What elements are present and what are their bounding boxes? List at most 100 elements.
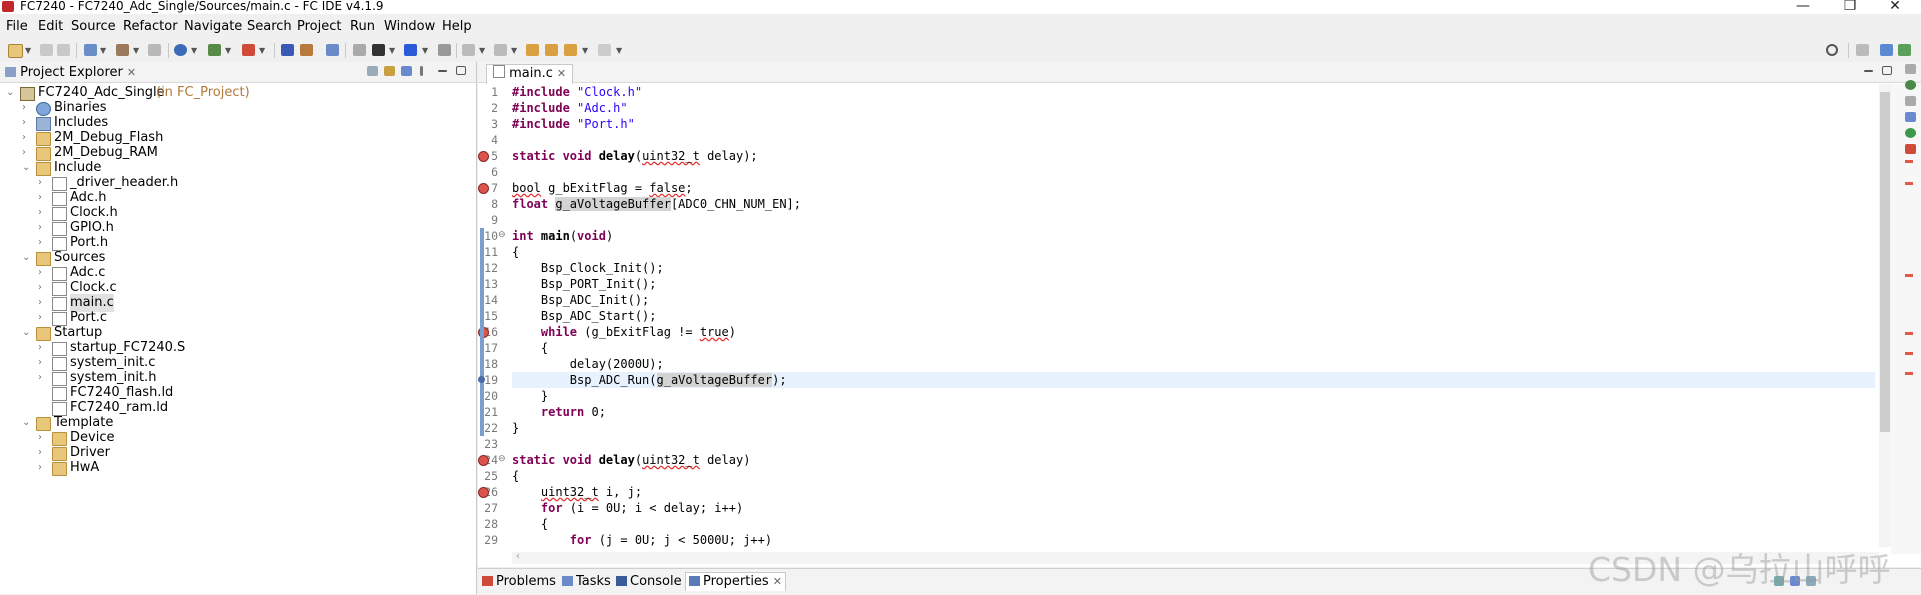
link-icon[interactable] — [326, 44, 339, 56]
chevron-down-icon[interactable]: ⌄ — [22, 324, 30, 342]
code-line[interactable]: Bsp_ADC_Start(); — [512, 308, 1875, 324]
error-marker-icon[interactable] — [478, 455, 489, 466]
code-line[interactable]: #include "Port.h" — [512, 116, 1875, 132]
minimize-button[interactable]: — — [1788, 0, 1818, 14]
tab-main-c[interactable]: main.c ✕ — [486, 64, 574, 84]
code-line[interactable]: { — [512, 244, 1875, 260]
menu-window[interactable]: Window — [384, 19, 435, 35]
code-line[interactable]: } — [512, 420, 1875, 436]
code-line[interactable]: int main(void) — [512, 228, 1875, 244]
toggle-mark-icon[interactable] — [353, 44, 366, 56]
clean-icon[interactable] — [148, 44, 161, 56]
back-arrow-icon[interactable] — [545, 44, 558, 56]
code-line[interactable]: #include "Clock.h" — [512, 84, 1875, 100]
open-perspective-icon[interactable] — [1856, 44, 1869, 56]
tab-problems[interactable]: Problems — [482, 574, 556, 590]
chevron-down-icon[interactable]: ⌄ — [6, 84, 14, 102]
minimize-view-icon[interactable] — [438, 70, 447, 72]
terminal-icon[interactable] — [281, 44, 294, 56]
error-marker[interactable] — [1905, 372, 1913, 375]
code-line[interactable] — [512, 132, 1875, 148]
chevron-right-icon[interactable]: › — [38, 459, 42, 477]
menu-file[interactable]: File — [6, 19, 28, 35]
code-area[interactable]: #include "Clock.h" #include "Adc.h" #inclu… — [512, 84, 1875, 554]
breakpoint-icon[interactable] — [478, 376, 485, 383]
view-menu-icon[interactable] — [420, 66, 423, 76]
forward-icon[interactable] — [598, 44, 611, 56]
error-marker[interactable] — [1905, 332, 1913, 335]
build-hammer-icon[interactable] — [116, 44, 129, 56]
forward-dropdown-icon[interactable]: ▼ — [616, 46, 622, 55]
maximize-view-icon[interactable] — [456, 66, 466, 75]
chevron-down-icon[interactable]: ⌄ — [22, 414, 30, 432]
code-line[interactable]: { — [512, 516, 1875, 532]
collapse-all-icon[interactable] — [367, 66, 378, 76]
menu-help[interactable]: Help — [442, 19, 472, 35]
code-line[interactable]: } — [512, 388, 1875, 404]
code-line[interactable]: delay(2000U); — [512, 356, 1875, 372]
chevron-right-icon[interactable]: › — [38, 234, 42, 252]
close-button[interactable]: ✕ — [1880, 0, 1910, 14]
fold-icon[interactable]: ⊖ — [498, 454, 506, 464]
tab-tasks[interactable]: Tasks — [562, 574, 611, 590]
error-marker[interactable] — [1905, 274, 1913, 277]
console-dropdown-icon[interactable]: ▼ — [389, 46, 395, 55]
menu-search[interactable]: Search — [247, 19, 292, 35]
maximize-editor-icon[interactable] — [1882, 66, 1892, 75]
c-perspective-icon[interactable] — [1880, 44, 1893, 56]
code-line[interactable]: Bsp_ADC_Run(g_aVoltageBuffer); — [512, 372, 1875, 388]
code-line[interactable] — [512, 212, 1875, 228]
save-all-icon[interactable] — [57, 44, 70, 56]
chevron-right-icon[interactable]: › — [38, 309, 42, 327]
restore-button[interactable]: ❐ — [1835, 0, 1865, 14]
run-dropdown-icon[interactable]: ▼ — [259, 46, 265, 55]
search-icon[interactable] — [1826, 44, 1838, 56]
prev-annotation-icon[interactable] — [494, 44, 507, 56]
back-icon[interactable] — [564, 44, 577, 56]
menu-edit[interactable]: Edit — [38, 19, 63, 35]
tab-console[interactable]: Console — [616, 574, 682, 590]
console-icon[interactable] — [372, 44, 385, 56]
close-icon[interactable]: ✕ — [773, 575, 782, 588]
back-dropdown-icon[interactable]: ▼ — [582, 46, 588, 55]
chevron-down-icon[interactable]: ⌄ — [22, 159, 30, 177]
menu-project[interactable]: Project — [297, 19, 341, 35]
chevron-right-icon[interactable]: › — [38, 369, 42, 387]
code-line[interactable]: uint32_t i, j; — [512, 484, 1875, 500]
new-icon[interactable] — [8, 44, 23, 58]
code-line[interactable]: #include "Adc.h" — [512, 100, 1875, 116]
error-marker[interactable] — [1905, 352, 1913, 355]
annotation-dropdown-icon[interactable]: ▼ — [422, 46, 428, 55]
include-browser-icon[interactable] — [1905, 96, 1916, 106]
code-line[interactable]: static void delay(uint32_t delay) — [512, 452, 1875, 468]
registers-icon[interactable] — [1905, 144, 1916, 154]
code-line[interactable]: { — [512, 340, 1875, 356]
open-type-icon[interactable] — [300, 44, 313, 56]
menu-refactor[interactable]: Refactor — [123, 19, 178, 35]
chevron-down-icon[interactable]: ⌄ — [22, 249, 30, 267]
debug-dropdown-icon[interactable]: ▼ — [225, 46, 231, 55]
download-icon[interactable] — [438, 44, 451, 56]
scroll-left-icon[interactable]: ‹ — [516, 551, 520, 562]
build-config-icon[interactable] — [84, 44, 97, 56]
link-with-editor-icon[interactable] — [384, 66, 395, 76]
new-dropdown-icon[interactable]: ▼ — [25, 46, 31, 55]
code-line[interactable]: Bsp_ADC_Init(); — [512, 292, 1875, 308]
run-external-icon[interactable] — [242, 44, 255, 56]
close-icon[interactable]: ✕ — [127, 66, 136, 79]
code-line[interactable] — [512, 164, 1875, 180]
next-annotation-icon[interactable] — [462, 44, 475, 56]
vertical-scrollbar[interactable] — [1879, 84, 1891, 547]
code-line[interactable]: float g_aVoltageBuffer[ADC0_CHN_NUM_EN]; — [512, 196, 1875, 212]
filter-icon[interactable] — [401, 66, 412, 76]
code-line[interactable] — [512, 436, 1875, 452]
code-line[interactable]: Bsp_PORT_Init(); — [512, 276, 1875, 292]
outline-icon[interactable] — [1905, 80, 1916, 90]
tab-project-explorer[interactable]: Project Explorer ✕ — [5, 64, 136, 82]
error-marker-icon[interactable] — [478, 183, 489, 194]
at-sign-icon[interactable] — [174, 44, 187, 56]
scrollbar-thumb[interactable] — [1880, 92, 1890, 432]
last-edit-icon[interactable] — [526, 44, 539, 56]
error-marker-icon[interactable] — [478, 487, 489, 498]
build-dropdown-icon[interactable]: ▼ — [133, 46, 139, 55]
